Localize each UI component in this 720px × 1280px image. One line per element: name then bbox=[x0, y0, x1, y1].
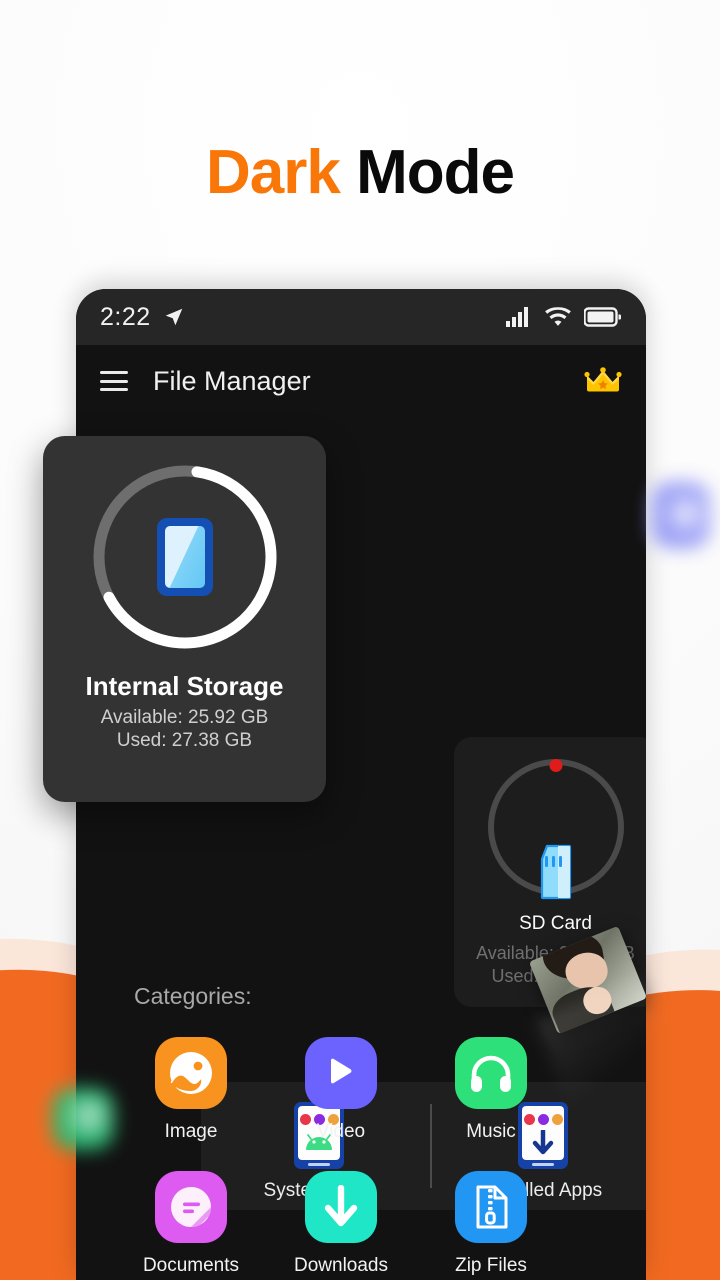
wifi-icon bbox=[545, 307, 571, 327]
internal-storage-card[interactable]: Internal Storage Available: 25.92 GB Use… bbox=[43, 436, 326, 802]
category-music[interactable]: Music bbox=[416, 1037, 566, 1143]
video-play-icon bbox=[305, 1037, 377, 1109]
status-bar-indicators bbox=[506, 307, 622, 327]
zip-file-icon bbox=[455, 1171, 527, 1243]
category-video[interactable]: Video bbox=[266, 1037, 416, 1143]
sd-card-ring-marker bbox=[549, 759, 562, 772]
internal-storage-title: Internal Storage bbox=[85, 671, 284, 701]
categories-row-2: Documents Downloads Zip Files bbox=[116, 1171, 606, 1277]
category-downloads[interactable]: Downloads bbox=[266, 1171, 416, 1277]
category-zip-label: Zip Files bbox=[455, 1255, 527, 1276]
category-documents-label: Documents bbox=[142, 1255, 240, 1276]
battery-icon bbox=[584, 307, 622, 327]
status-bar: 2:22 bbox=[76, 289, 646, 345]
category-zip-files[interactable]: Zip Files bbox=[416, 1171, 566, 1277]
categories-heading: Categories: bbox=[134, 983, 252, 1009]
internal-storage-available: Available: 25.92 GB bbox=[100, 707, 269, 728]
status-bar-time: 2:22 bbox=[100, 302, 151, 331]
internal-storage-used: Used: 27.38 GB bbox=[116, 730, 253, 751]
crown-icon[interactable] bbox=[584, 366, 622, 396]
purple-blob-decor bbox=[652, 482, 710, 548]
category-image[interactable]: Image bbox=[116, 1037, 266, 1143]
hamburger-menu-icon[interactable] bbox=[100, 371, 128, 391]
category-video-label: Video bbox=[316, 1121, 366, 1142]
sd-card-icon bbox=[534, 844, 578, 900]
categories-grid: Image Video Music Documents Downloads Zi… bbox=[116, 1037, 606, 1277]
category-music-label: Music bbox=[466, 1121, 516, 1142]
location-arrow-icon bbox=[163, 306, 185, 328]
poster-title-rest: Mode bbox=[356, 138, 515, 207]
internal-storage-progress-ring bbox=[90, 462, 280, 652]
categories-row-1: Image Video Music bbox=[116, 1037, 606, 1143]
category-image-label: Image bbox=[164, 1121, 218, 1142]
headphones-icon bbox=[455, 1037, 527, 1109]
green-blob-decor bbox=[52, 1088, 114, 1150]
phone-storage-icon bbox=[156, 518, 213, 596]
app-bar: File Manager bbox=[76, 345, 646, 417]
poster-title: Dark Mode bbox=[0, 142, 720, 204]
image-icon bbox=[155, 1037, 227, 1109]
app-bar-title: File Manager bbox=[153, 365, 311, 396]
poster-title-accent: Dark bbox=[206, 138, 341, 207]
category-documents[interactable]: Documents bbox=[116, 1171, 266, 1277]
signal-bars-icon bbox=[506, 307, 532, 327]
download-icon bbox=[305, 1171, 377, 1243]
document-icon bbox=[155, 1171, 227, 1243]
category-downloads-label: Downloads bbox=[294, 1255, 388, 1276]
